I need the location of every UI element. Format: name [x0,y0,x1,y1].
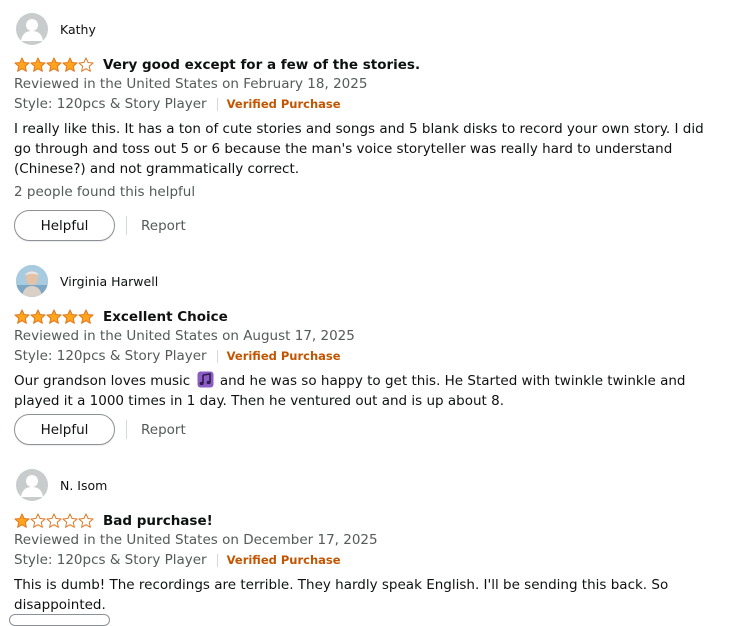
star-rating[interactable] [14,55,94,75]
reviewer-profile[interactable]: N. Isom [16,469,107,501]
star-filled-icon [30,57,46,72]
review-title-row: Bad purchase! [14,511,213,531]
verified-purchase-badge: Verified Purchase [226,553,341,567]
music-notes-icon [197,371,214,388]
helpful-count: 2 people found this helpful [14,184,196,200]
star-filled-icon [14,57,30,72]
star-empty-icon [30,513,46,528]
review-card: Kathy Very good except for a few of the … [14,13,714,243]
reviewer-name[interactable]: Virginia Harwell [60,274,158,289]
review-title-row: Very good except for a few of the storie… [14,55,420,75]
star-filled-icon [78,309,94,324]
star-filled-icon [46,57,62,72]
review-date: Reviewed in the United States on Februar… [14,76,368,92]
review-body: This is dumb! The recordings are terribl… [14,577,669,613]
helpful-button[interactable] [9,614,110,626]
divider [216,97,218,111]
review-title[interactable]: Very good except for a few of the storie… [103,57,420,73]
star-filled-icon [46,309,62,324]
reviewer-name[interactable]: Kathy [60,22,96,37]
review-date: Reviewed in the United States on August … [14,328,355,344]
review-card: Virginia Harwell Excellent Choice Review… [14,265,714,450]
star-empty-icon [46,513,62,528]
review-date: Reviewed in the United States on Decembe… [14,532,378,548]
review-actions: Helpful Report [14,210,186,241]
star-empty-icon [78,57,94,72]
divider [216,553,218,567]
reviewer-name[interactable]: N. Isom [60,478,107,493]
product-style[interactable]: Style: 120pcs & Story Player [14,348,207,364]
review-style-row: Style: 120pcs & Story Player Verified Pu… [14,348,341,364]
star-filled-icon [62,309,78,324]
review-body-text: Our grandson loves music [14,373,195,389]
review-style-row: Style: 120pcs & Story Player Verified Pu… [14,552,341,568]
photo-avatar-icon [16,265,48,297]
product-style[interactable]: Style: 120pcs & Story Player [14,96,207,112]
review-title-row: Excellent Choice [14,307,228,327]
review-actions: Helpful Report [14,414,186,445]
star-rating[interactable] [14,511,94,531]
divider [216,349,218,363]
review-body: I really like this. It has a ton of cute… [14,121,704,177]
star-filled-icon [30,309,46,324]
star-filled-icon [14,309,30,324]
verified-purchase-badge: Verified Purchase [226,349,341,363]
helpful-button[interactable]: Helpful [14,414,115,445]
default-avatar-icon [16,13,48,45]
review-style-row: Style: 120pcs & Story Player Verified Pu… [14,96,341,112]
star-empty-icon [62,513,78,528]
star-rating[interactable] [14,307,94,327]
reviewer-profile[interactable]: Virginia Harwell [16,265,158,297]
default-avatar-icon [16,469,48,501]
report-link[interactable]: Report [141,422,186,438]
star-filled-icon [62,57,78,72]
review-card: N. Isom Bad purchase! Reviewed in the Un… [14,469,714,619]
verified-purchase-badge: Verified Purchase [226,97,341,111]
product-style[interactable]: Style: 120pcs & Story Player [14,552,207,568]
review-title[interactable]: Excellent Choice [103,309,228,325]
star-filled-icon [14,513,30,528]
review-body: Our grandson loves music and he was so h… [14,371,704,411]
review-title[interactable]: Bad purchase! [103,513,213,529]
divider [126,420,127,439]
star-empty-icon [78,513,94,528]
helpful-button[interactable]: Helpful [14,210,115,241]
divider [126,216,127,235]
report-link[interactable]: Report [141,218,186,234]
reviewer-profile[interactable]: Kathy [16,13,96,45]
